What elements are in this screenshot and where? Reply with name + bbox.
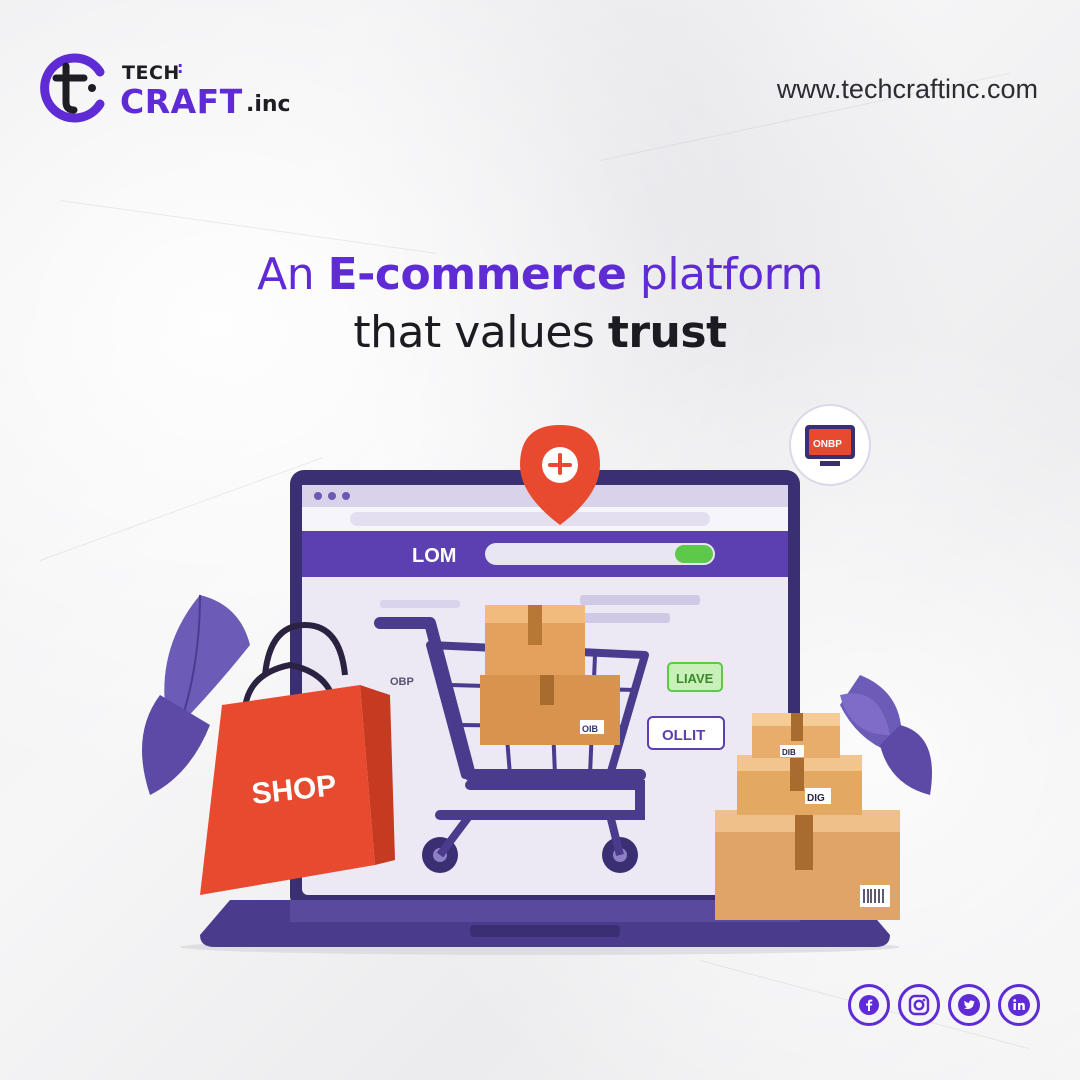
brand-logo[interactable]: TECH : CRAFT .inc bbox=[40, 52, 300, 124]
headline-suffix: platform bbox=[626, 249, 823, 300]
instagram-icon[interactable] bbox=[898, 984, 940, 1026]
headline: An E-commerce platform that values trust bbox=[0, 246, 1080, 362]
site-logo-text: LOM bbox=[412, 545, 456, 567]
logo-mark-icon bbox=[40, 53, 105, 123]
screen-small-text: OBP bbox=[390, 676, 414, 688]
social-links bbox=[848, 984, 1040, 1026]
headline-line-2-emphasis: trust bbox=[607, 307, 727, 358]
ecommerce-illustration: LOM OBP LIAVE OLLIT ONBP OIB SHOP DIG DI… bbox=[142, 404, 932, 955]
logo-colon: : bbox=[177, 58, 184, 77]
headline-line-1: An E-commerce platform bbox=[0, 246, 1080, 304]
screen-green-button-label: LIAVE bbox=[676, 671, 714, 686]
headline-prefix: An bbox=[257, 249, 328, 300]
laptop-trackpad bbox=[470, 925, 620, 937]
logo-inc-text: .inc bbox=[246, 92, 291, 117]
twitter-icon[interactable] bbox=[948, 984, 990, 1026]
cart-box-label: OIB bbox=[582, 724, 599, 734]
screen-purple-button-label: OLLIT bbox=[662, 727, 705, 744]
headline-line-2-prefix: that values bbox=[353, 307, 608, 358]
site-search-button bbox=[675, 545, 713, 563]
website-link[interactable]: www.techcraftinc.com bbox=[777, 74, 1038, 105]
box-label-top: DIB bbox=[782, 748, 796, 757]
linkedin-icon[interactable] bbox=[998, 984, 1040, 1026]
monitor-badge-text: ONBP bbox=[813, 439, 842, 450]
headline-line-2: that values trust bbox=[0, 304, 1080, 362]
headline-emphasis: E-commerce bbox=[327, 249, 627, 300]
logo-tech-text: TECH bbox=[122, 62, 180, 84]
monitor-badge-icon: ONBP bbox=[789, 404, 871, 486]
box-label-middle: DIG bbox=[807, 793, 825, 804]
facebook-icon[interactable] bbox=[848, 984, 890, 1026]
logo-craft-text: CRAFT bbox=[120, 82, 243, 121]
